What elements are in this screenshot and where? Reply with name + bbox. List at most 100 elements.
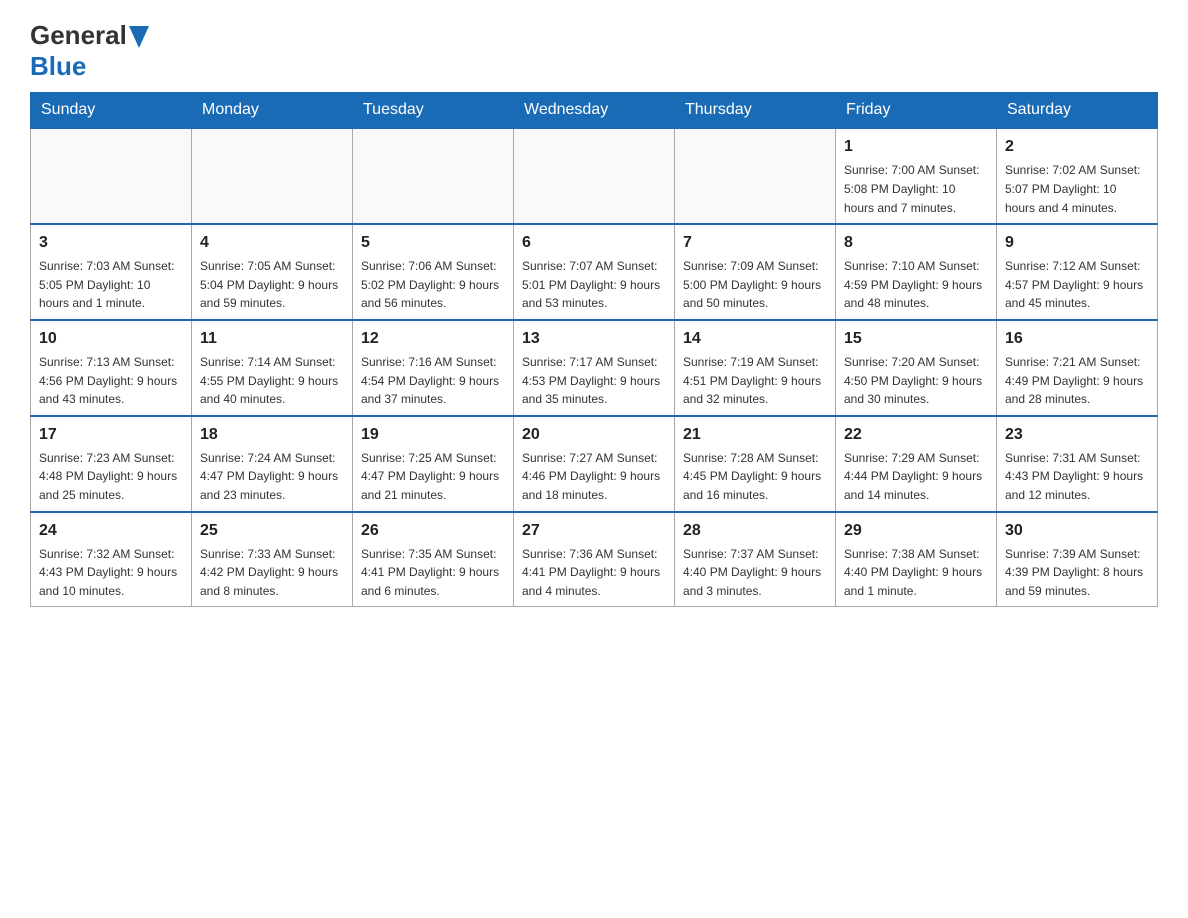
day-number: 27 [522, 519, 666, 543]
day-info: Sunrise: 7:39 AM Sunset: 4:39 PM Dayligh… [1005, 545, 1149, 601]
day-info: Sunrise: 7:02 AM Sunset: 5:07 PM Dayligh… [1005, 161, 1149, 217]
day-info: Sunrise: 7:14 AM Sunset: 4:55 PM Dayligh… [200, 353, 344, 409]
day-number: 6 [522, 231, 666, 255]
calendar-day: 29Sunrise: 7:38 AM Sunset: 4:40 PM Dayli… [836, 512, 997, 607]
day-info: Sunrise: 7:09 AM Sunset: 5:00 PM Dayligh… [683, 257, 827, 313]
day-number: 18 [200, 423, 344, 447]
calendar-day: 28Sunrise: 7:37 AM Sunset: 4:40 PM Dayli… [675, 512, 836, 607]
day-number: 9 [1005, 231, 1149, 255]
day-number: 24 [39, 519, 183, 543]
day-info: Sunrise: 7:06 AM Sunset: 5:02 PM Dayligh… [361, 257, 505, 313]
day-header-saturday: Saturday [997, 93, 1158, 129]
calendar-day: 21Sunrise: 7:28 AM Sunset: 4:45 PM Dayli… [675, 416, 836, 512]
day-number: 28 [683, 519, 827, 543]
logo-blue: Blue [30, 51, 86, 81]
calendar-week-3: 10Sunrise: 7:13 AM Sunset: 4:56 PM Dayli… [31, 320, 1158, 416]
calendar-day: 26Sunrise: 7:35 AM Sunset: 4:41 PM Dayli… [353, 512, 514, 607]
day-number: 29 [844, 519, 988, 543]
day-number: 23 [1005, 423, 1149, 447]
day-header-thursday: Thursday [675, 93, 836, 129]
day-number: 10 [39, 327, 183, 351]
day-number: 25 [200, 519, 344, 543]
day-info: Sunrise: 7:28 AM Sunset: 4:45 PM Dayligh… [683, 449, 827, 505]
day-number: 26 [361, 519, 505, 543]
day-info: Sunrise: 7:13 AM Sunset: 4:56 PM Dayligh… [39, 353, 183, 409]
calendar-table: SundayMondayTuesdayWednesdayThursdayFrid… [30, 92, 1158, 607]
day-number: 19 [361, 423, 505, 447]
day-info: Sunrise: 7:32 AM Sunset: 4:43 PM Dayligh… [39, 545, 183, 601]
day-info: Sunrise: 7:31 AM Sunset: 4:43 PM Dayligh… [1005, 449, 1149, 505]
day-info: Sunrise: 7:25 AM Sunset: 4:47 PM Dayligh… [361, 449, 505, 505]
day-info: Sunrise: 7:00 AM Sunset: 5:08 PM Dayligh… [844, 161, 988, 217]
day-info: Sunrise: 7:35 AM Sunset: 4:41 PM Dayligh… [361, 545, 505, 601]
calendar-day: 18Sunrise: 7:24 AM Sunset: 4:47 PM Dayli… [192, 416, 353, 512]
day-number: 8 [844, 231, 988, 255]
calendar-day [675, 128, 836, 224]
day-number: 21 [683, 423, 827, 447]
calendar-day: 30Sunrise: 7:39 AM Sunset: 4:39 PM Dayli… [997, 512, 1158, 607]
calendar-day: 13Sunrise: 7:17 AM Sunset: 4:53 PM Dayli… [514, 320, 675, 416]
calendar-day [514, 128, 675, 224]
day-info: Sunrise: 7:27 AM Sunset: 4:46 PM Dayligh… [522, 449, 666, 505]
day-header-wednesday: Wednesday [514, 93, 675, 129]
calendar-day: 4Sunrise: 7:05 AM Sunset: 5:04 PM Daylig… [192, 224, 353, 320]
day-info: Sunrise: 7:23 AM Sunset: 4:48 PM Dayligh… [39, 449, 183, 505]
day-number: 1 [844, 135, 988, 159]
day-info: Sunrise: 7:36 AM Sunset: 4:41 PM Dayligh… [522, 545, 666, 601]
day-number: 15 [844, 327, 988, 351]
day-number: 16 [1005, 327, 1149, 351]
calendar-day: 19Sunrise: 7:25 AM Sunset: 4:47 PM Dayli… [353, 416, 514, 512]
calendar-day: 11Sunrise: 7:14 AM Sunset: 4:55 PM Dayli… [192, 320, 353, 416]
day-header-sunday: Sunday [31, 93, 192, 129]
day-number: 11 [200, 327, 344, 351]
day-number: 13 [522, 327, 666, 351]
day-number: 30 [1005, 519, 1149, 543]
calendar-day: 5Sunrise: 7:06 AM Sunset: 5:02 PM Daylig… [353, 224, 514, 320]
day-header-friday: Friday [836, 93, 997, 129]
calendar-day [31, 128, 192, 224]
day-info: Sunrise: 7:33 AM Sunset: 4:42 PM Dayligh… [200, 545, 344, 601]
calendar-day: 15Sunrise: 7:20 AM Sunset: 4:50 PM Dayli… [836, 320, 997, 416]
day-info: Sunrise: 7:16 AM Sunset: 4:54 PM Dayligh… [361, 353, 505, 409]
calendar-day: 16Sunrise: 7:21 AM Sunset: 4:49 PM Dayli… [997, 320, 1158, 416]
day-info: Sunrise: 7:10 AM Sunset: 4:59 PM Dayligh… [844, 257, 988, 313]
day-info: Sunrise: 7:24 AM Sunset: 4:47 PM Dayligh… [200, 449, 344, 505]
day-info: Sunrise: 7:38 AM Sunset: 4:40 PM Dayligh… [844, 545, 988, 601]
day-number: 7 [683, 231, 827, 255]
logo-general: General [30, 20, 127, 51]
calendar-day: 25Sunrise: 7:33 AM Sunset: 4:42 PM Dayli… [192, 512, 353, 607]
calendar-day: 9Sunrise: 7:12 AM Sunset: 4:57 PM Daylig… [997, 224, 1158, 320]
calendar-day: 17Sunrise: 7:23 AM Sunset: 4:48 PM Dayli… [31, 416, 192, 512]
logo: General Blue [30, 20, 149, 82]
day-info: Sunrise: 7:20 AM Sunset: 4:50 PM Dayligh… [844, 353, 988, 409]
day-number: 20 [522, 423, 666, 447]
calendar-day: 2Sunrise: 7:02 AM Sunset: 5:07 PM Daylig… [997, 128, 1158, 224]
day-header-tuesday: Tuesday [353, 93, 514, 129]
calendar-week-1: 1Sunrise: 7:00 AM Sunset: 5:08 PM Daylig… [31, 128, 1158, 224]
calendar-day: 27Sunrise: 7:36 AM Sunset: 4:41 PM Dayli… [514, 512, 675, 607]
calendar-day: 24Sunrise: 7:32 AM Sunset: 4:43 PM Dayli… [31, 512, 192, 607]
calendar-day: 23Sunrise: 7:31 AM Sunset: 4:43 PM Dayli… [997, 416, 1158, 512]
day-number: 14 [683, 327, 827, 351]
calendar-day: 22Sunrise: 7:29 AM Sunset: 4:44 PM Dayli… [836, 416, 997, 512]
day-info: Sunrise: 7:29 AM Sunset: 4:44 PM Dayligh… [844, 449, 988, 505]
day-info: Sunrise: 7:07 AM Sunset: 5:01 PM Dayligh… [522, 257, 666, 313]
calendar-day: 12Sunrise: 7:16 AM Sunset: 4:54 PM Dayli… [353, 320, 514, 416]
calendar-day: 8Sunrise: 7:10 AM Sunset: 4:59 PM Daylig… [836, 224, 997, 320]
day-number: 2 [1005, 135, 1149, 159]
day-number: 3 [39, 231, 183, 255]
calendar-day: 7Sunrise: 7:09 AM Sunset: 5:00 PM Daylig… [675, 224, 836, 320]
calendar-week-4: 17Sunrise: 7:23 AM Sunset: 4:48 PM Dayli… [31, 416, 1158, 512]
day-number: 12 [361, 327, 505, 351]
day-number: 22 [844, 423, 988, 447]
day-info: Sunrise: 7:17 AM Sunset: 4:53 PM Dayligh… [522, 353, 666, 409]
calendar-header-row: SundayMondayTuesdayWednesdayThursdayFrid… [31, 93, 1158, 129]
day-number: 5 [361, 231, 505, 255]
calendar-day: 3Sunrise: 7:03 AM Sunset: 5:05 PM Daylig… [31, 224, 192, 320]
day-info: Sunrise: 7:03 AM Sunset: 5:05 PM Dayligh… [39, 257, 183, 313]
calendar-day [353, 128, 514, 224]
day-info: Sunrise: 7:21 AM Sunset: 4:49 PM Dayligh… [1005, 353, 1149, 409]
page-header: General Blue [30, 20, 1158, 82]
calendar-week-2: 3Sunrise: 7:03 AM Sunset: 5:05 PM Daylig… [31, 224, 1158, 320]
calendar-day: 6Sunrise: 7:07 AM Sunset: 5:01 PM Daylig… [514, 224, 675, 320]
